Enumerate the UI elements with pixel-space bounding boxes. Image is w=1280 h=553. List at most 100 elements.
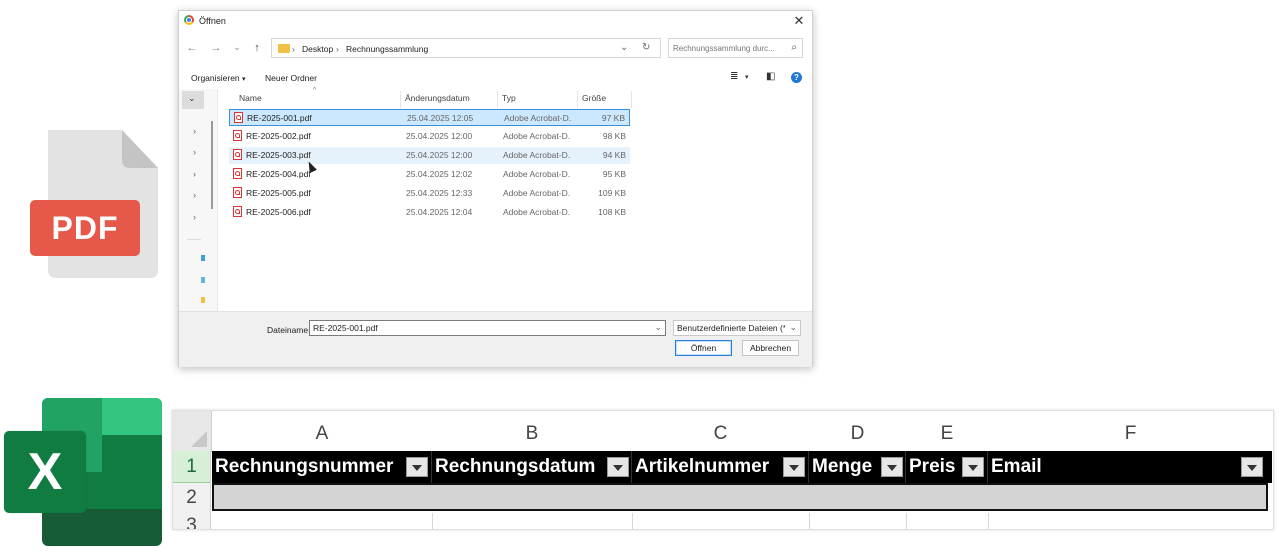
view-dropdown-icon[interactable]: ▾ — [745, 73, 749, 81]
nav-expand-chevron-icon[interactable]: › — [193, 147, 196, 157]
select-all-corner[interactable] — [173, 411, 212, 452]
column-header-modified[interactable]: Änderungsdatum — [401, 91, 498, 108]
open-button[interactable]: Öffnen — [675, 340, 732, 356]
nav-expand-chevron-icon[interactable]: › — [193, 190, 196, 200]
file-type: Adobe Acrobat-D... — [504, 113, 572, 123]
breadcrumb-desktop[interactable]: Desktop — [302, 44, 333, 54]
forward-arrow-icon[interactable]: → — [209, 42, 223, 54]
filename-label: Dateiname: — [267, 325, 311, 335]
header-cell[interactable]: Rechnungsnummer — [212, 451, 432, 483]
column-header-size[interactable]: Größe — [578, 91, 632, 108]
excel-logo-tile — [42, 398, 102, 435]
header-cell[interactable]: Email — [988, 451, 1272, 483]
file-modified: 25.04.2025 12:00 — [406, 150, 473, 160]
file-modified: 25.04.2025 12:04 — [406, 207, 473, 217]
help-icon[interactable]: ? — [791, 72, 802, 83]
nav-expand-chevron-icon[interactable]: › — [193, 212, 196, 222]
breadcrumb-folder[interactable]: Rechnungssammlung — [346, 44, 428, 54]
file-size: 108 KB — [598, 207, 626, 217]
back-arrow-icon[interactable]: ← — [185, 42, 199, 54]
filter-dropdown-icon[interactable] — [607, 457, 629, 477]
organize-menu[interactable]: Organisieren ▾ — [191, 73, 246, 83]
file-modified: 25.04.2025 12:33 — [406, 188, 473, 198]
file-modified: 25.04.2025 12:05 — [407, 113, 474, 123]
header-cell[interactable]: Menge — [809, 451, 906, 483]
file-name: RE-2025-001.pdf — [247, 113, 312, 123]
nav-expand-chevron-icon[interactable]: › — [193, 169, 196, 179]
file-size: 109 KB — [598, 188, 626, 198]
file-row[interactable]: RE-2025-006.pdf 25.04.2025 12:04 Adobe A… — [229, 204, 630, 221]
header-menge: Menge — [812, 456, 873, 477]
nav-item-icon — [201, 277, 205, 283]
spreadsheet: A B C D E F 1 2 3 Rechnungsnummer Rechnu… — [172, 410, 1274, 530]
cancel-button[interactable]: Abbrechen — [742, 340, 799, 356]
file-row[interactable]: RE-2025-004.pdf 25.04.2025 12:02 Adobe A… — [229, 166, 630, 183]
excel-logo-tile — [102, 398, 162, 435]
new-folder-button[interactable]: Neuer Ordner — [265, 73, 317, 83]
up-arrow-icon[interactable]: ↑ — [250, 42, 264, 54]
filetype-value: Benutzerdefinierte Dateien (*.jp — [677, 323, 785, 333]
table-data-row-3[interactable] — [212, 513, 1272, 529]
grid-line — [906, 513, 907, 529]
filter-dropdown-icon[interactable] — [406, 457, 428, 477]
table-data-row-2[interactable] — [212, 483, 1268, 511]
column-header-name[interactable]: Name — [235, 91, 401, 108]
nav-divider — [187, 239, 201, 240]
view-menu-icon[interactable]: ≣ — [730, 71, 738, 82]
file-row[interactable]: RE-2025-005.pdf 25.04.2025 12:33 Adobe A… — [229, 185, 630, 202]
search-placeholder: Rechnungssammlung durc... — [673, 44, 775, 53]
file-row[interactable]: RE-2025-003.pdf 25.04.2025 12:00 Adobe A… — [229, 147, 630, 164]
row-number-3[interactable]: 3 — [173, 513, 211, 529]
header-cell[interactable]: Preis — [906, 451, 988, 483]
column-letter-a[interactable]: A — [212, 411, 433, 451]
filter-dropdown-icon[interactable] — [783, 457, 805, 477]
close-icon[interactable]: ✕ — [792, 13, 806, 29]
address-dropdown-icon[interactable]: ⌄ — [620, 42, 628, 53]
chevron-down-icon[interactable]: ⌄ — [654, 322, 662, 333]
column-letter-c[interactable]: C — [632, 411, 810, 451]
address-bar[interactable]: › Desktop › Rechnungssammlung ⌄ ↻ — [271, 38, 661, 58]
file-modified: 25.04.2025 12:02 — [406, 169, 473, 179]
file-row[interactable]: RE-2025-001.pdf 25.04.2025 12:05 Adobe A… — [229, 109, 630, 126]
file-modified: 25.04.2025 12:00 — [406, 131, 473, 141]
search-icon[interactable]: ⌕ — [791, 42, 797, 53]
recent-chevron-icon[interactable]: ⌄ — [230, 42, 244, 53]
file-size: 98 KB — [602, 131, 626, 141]
column-letter-b[interactable]: B — [432, 411, 633, 451]
header-cell[interactable]: Artikelnummer — [632, 451, 809, 483]
nav-folder-icon — [201, 297, 205, 303]
table-header-row: Rechnungsnummer Rechnungsdatum Artikelnu… — [212, 451, 1272, 483]
search-box[interactable]: Rechnungssammlung durc... ⌕ — [668, 38, 803, 58]
column-header-type[interactable]: Typ — [498, 91, 578, 108]
pdf-document-icon — [233, 187, 242, 198]
file-name: RE-2025-005.pdf — [246, 188, 311, 198]
pdf-document-icon — [233, 130, 242, 141]
file-type: Adobe Acrobat-D... — [503, 207, 571, 217]
row-number-2[interactable]: 2 — [173, 483, 211, 513]
nav-drive-icon — [201, 255, 205, 261]
file-row[interactable]: RE-2025-002.pdf 25.04.2025 12:00 Adobe A… — [229, 128, 630, 145]
dropdown-arrow-icon: ▾ — [242, 76, 246, 83]
nav-scrollbar[interactable] — [211, 121, 213, 209]
filter-dropdown-icon[interactable] — [962, 457, 984, 477]
nav-expanded-item[interactable]: ⌄ — [182, 91, 204, 109]
column-letter-e[interactable]: E — [906, 411, 989, 451]
filename-input[interactable]: RE-2025-001.pdf ⌄ — [309, 320, 666, 336]
header-preis: Preis — [909, 456, 956, 477]
refresh-icon[interactable]: ↻ — [642, 42, 650, 53]
file-name: RE-2025-003.pdf — [246, 150, 311, 160]
file-type: Adobe Acrobat-D... — [503, 169, 571, 179]
chevron-down-icon: ⌄ — [789, 322, 797, 332]
filter-dropdown-icon[interactable] — [881, 457, 903, 477]
header-artikelnummer: Artikelnummer — [635, 456, 770, 477]
filter-dropdown-icon[interactable] — [1241, 457, 1263, 477]
column-letter-f[interactable]: F — [988, 411, 1273, 451]
file-name: RE-2025-006.pdf — [246, 207, 311, 217]
row-number-1[interactable]: 1 — [173, 451, 211, 483]
column-letter-d[interactable]: D — [809, 411, 907, 451]
nav-expand-chevron-icon[interactable]: › — [193, 126, 196, 136]
filetype-select[interactable]: Benutzerdefinierte Dateien (*.jp ⌄ — [673, 320, 801, 336]
preview-pane-icon[interactable]: ◧ — [766, 71, 775, 82]
header-cell[interactable]: Rechnungsdatum — [432, 451, 632, 483]
dialog-titlebar: Öffnen ✕ — [179, 11, 812, 31]
